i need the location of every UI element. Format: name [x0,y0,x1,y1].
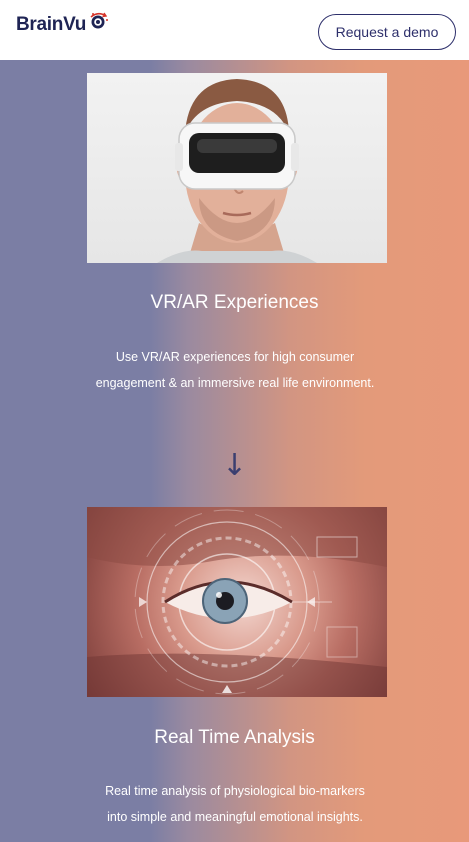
feature-description-real-time: Real time analysis of physiological bio-… [105,784,365,824]
feature-title-real-time: Real Time Analysis [154,727,315,748]
page: BrainVu Request a demo VR/AR Experiences… [0,0,469,842]
logo-text: BrainVu [16,14,87,35]
site-header: BrainVu Request a demo [0,0,469,60]
brand-logo[interactable]: BrainVu [16,12,111,36]
eye-hud-analysis-image [87,507,387,697]
brain-logo-icon [90,12,109,29]
feature-description-vr-ar: Use VR/AR experiences for high consumer … [95,350,375,390]
down-arrow-icon: ↓ [221,448,248,483]
vr-headset-man-image [87,73,387,263]
feature-title-vr-ar: VR/AR Experiences [150,292,319,313]
request-demo-button[interactable]: Request a demo [318,14,456,50]
